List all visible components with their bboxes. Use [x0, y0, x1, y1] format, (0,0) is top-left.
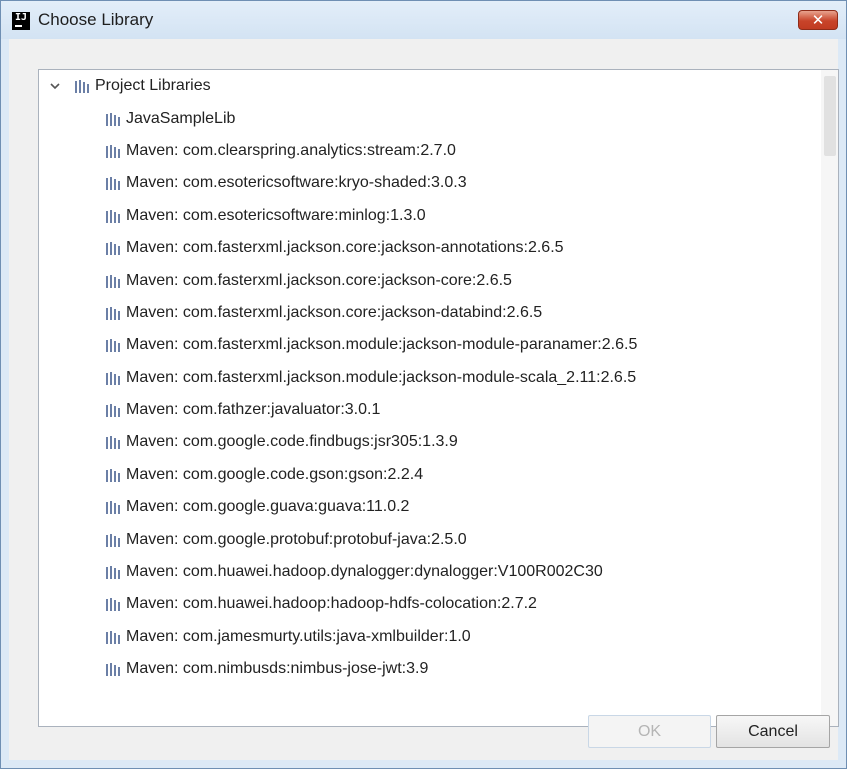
- library-icon: [106, 209, 120, 223]
- library-item-label: Maven: com.esotericsoftware:minlog:1.3.0: [126, 206, 426, 224]
- library-list-item[interactable]: Maven: com.clearspring.analytics:stream:…: [39, 135, 821, 167]
- title-bar[interactable]: IJ Choose Library ✕: [1, 1, 846, 39]
- library-icon: [106, 598, 120, 612]
- library-icon: [106, 566, 120, 580]
- library-icon: [106, 274, 120, 288]
- close-button[interactable]: ✕: [798, 10, 838, 30]
- tree-root-project-libraries[interactable]: Project Libraries: [39, 70, 821, 102]
- library-item-label: Maven: com.esotericsoftware:kryo-shaded:…: [126, 174, 467, 192]
- tree-root-label: Project Libraries: [95, 77, 211, 95]
- library-icon: [106, 306, 120, 320]
- library-icon: [106, 630, 120, 644]
- library-icon: [106, 112, 120, 126]
- library-list-item[interactable]: Maven: com.google.code.gson:gson:2.2.4: [39, 459, 821, 491]
- choose-library-dialog: IJ Choose Library ✕ Project Libraries Ja…: [0, 0, 847, 769]
- close-icon: ✕: [811, 12, 825, 29]
- library-item-label: Maven: com.google.code.gson:gson:2.2.4: [126, 465, 424, 483]
- library-item-label: Maven: com.fathzer:javaluator:3.0.1: [126, 401, 381, 419]
- library-item-label: Maven: com.huawei.hadoop.dynalogger:dyna…: [126, 563, 603, 581]
- library-list-item[interactable]: Maven: com.fasterxml.jackson.core:jackso…: [39, 232, 821, 264]
- tree-rows: Project Libraries JavaSampleLib Maven: co…: [39, 70, 821, 685]
- library-list-item[interactable]: Maven: com.esotericsoftware:kryo-shaded:…: [39, 167, 821, 199]
- library-list-item[interactable]: Maven: com.google.guava:guava:11.0.2: [39, 491, 821, 523]
- library-item-label: Maven: com.jamesmurty.utils:java-xmlbuil…: [126, 627, 471, 645]
- library-list-item[interactable]: JavaSampleLib: [39, 102, 821, 134]
- library-list-item[interactable]: Maven: com.fasterxml.jackson.module:jack…: [39, 362, 821, 394]
- library-list-item[interactable]: Maven: com.fathzer:javaluator:3.0.1: [39, 394, 821, 426]
- ok-button[interactable]: OK: [588, 715, 711, 748]
- scrollbar-thumb[interactable]: [824, 76, 836, 156]
- library-item-label: Maven: com.fasterxml.jackson.core:jackso…: [126, 303, 543, 321]
- library-item-label: Maven: com.fasterxml.jackson.module:jack…: [126, 336, 638, 354]
- library-icon: [106, 436, 120, 450]
- library-list-item[interactable]: Maven: com.nimbusds:nimbus-jose-jwt:3.9: [39, 653, 821, 685]
- library-list-item[interactable]: Maven: com.jamesmurty.utils:java-xmlbuil…: [39, 621, 821, 653]
- library-item-label: Maven: com.clearspring.analytics:stream:…: [126, 141, 456, 159]
- library-tree[interactable]: Project Libraries JavaSampleLib Maven: co…: [38, 69, 839, 727]
- library-list-item[interactable]: Maven: com.huawei.hadoop:hadoop-hdfs-col…: [39, 588, 821, 620]
- library-list-item[interactable]: Maven: com.fasterxml.jackson.core:jackso…: [39, 264, 821, 296]
- library-list-item[interactable]: Maven: com.huawei.hadoop.dynalogger:dyna…: [39, 556, 821, 588]
- library-item-label: Maven: com.fasterxml.jackson.core:jackso…: [126, 271, 512, 289]
- dialog-body: Project Libraries JavaSampleLib Maven: co…: [9, 39, 839, 760]
- library-icon: [106, 404, 120, 418]
- library-icon: [106, 339, 120, 353]
- intellij-app-icon: IJ: [12, 12, 30, 30]
- library-list-item[interactable]: Maven: com.fasterxml.jackson.module:jack…: [39, 329, 821, 361]
- dialog-title: Choose Library: [38, 10, 154, 29]
- library-item-label: Maven: com.huawei.hadoop:hadoop-hdfs-col…: [126, 595, 537, 613]
- library-list-item[interactable]: Maven: com.esotericsoftware:minlog:1.3.0: [39, 200, 821, 232]
- library-item-label: Maven: com.nimbusds:nimbus-jose-jwt:3.9: [126, 660, 429, 678]
- library-icon: [106, 501, 120, 515]
- library-icon: [106, 371, 120, 385]
- cancel-button[interactable]: Cancel: [716, 715, 830, 748]
- library-icon: [106, 663, 120, 677]
- library-icon: [106, 177, 120, 191]
- library-item-label: Maven: com.google.guava:guava:11.0.2: [126, 498, 410, 516]
- library-item-label: JavaSampleLib: [126, 109, 236, 127]
- library-list-item[interactable]: Maven: com.google.protobuf:protobuf-java…: [39, 523, 821, 555]
- library-icon: [106, 533, 120, 547]
- library-list-item[interactable]: Maven: com.fasterxml.jackson.core:jackso…: [39, 297, 821, 329]
- library-icon: [106, 468, 120, 482]
- library-icon: [106, 144, 120, 158]
- library-item-label: Maven: com.google.protobuf:protobuf-java…: [126, 530, 467, 548]
- library-list-item[interactable]: Maven: com.google.code.findbugs:jsr305:1…: [39, 426, 821, 458]
- chevron-down-icon[interactable]: [48, 79, 62, 93]
- vertical-scrollbar[interactable]: [821, 70, 838, 726]
- library-icon: [75, 80, 89, 94]
- library-icon: [106, 242, 120, 256]
- library-item-label: Maven: com.fasterxml.jackson.core:jackso…: [126, 239, 564, 257]
- library-item-label: Maven: com.fasterxml.jackson.module:jack…: [126, 368, 637, 386]
- library-item-label: Maven: com.google.code.findbugs:jsr305:1…: [126, 433, 458, 451]
